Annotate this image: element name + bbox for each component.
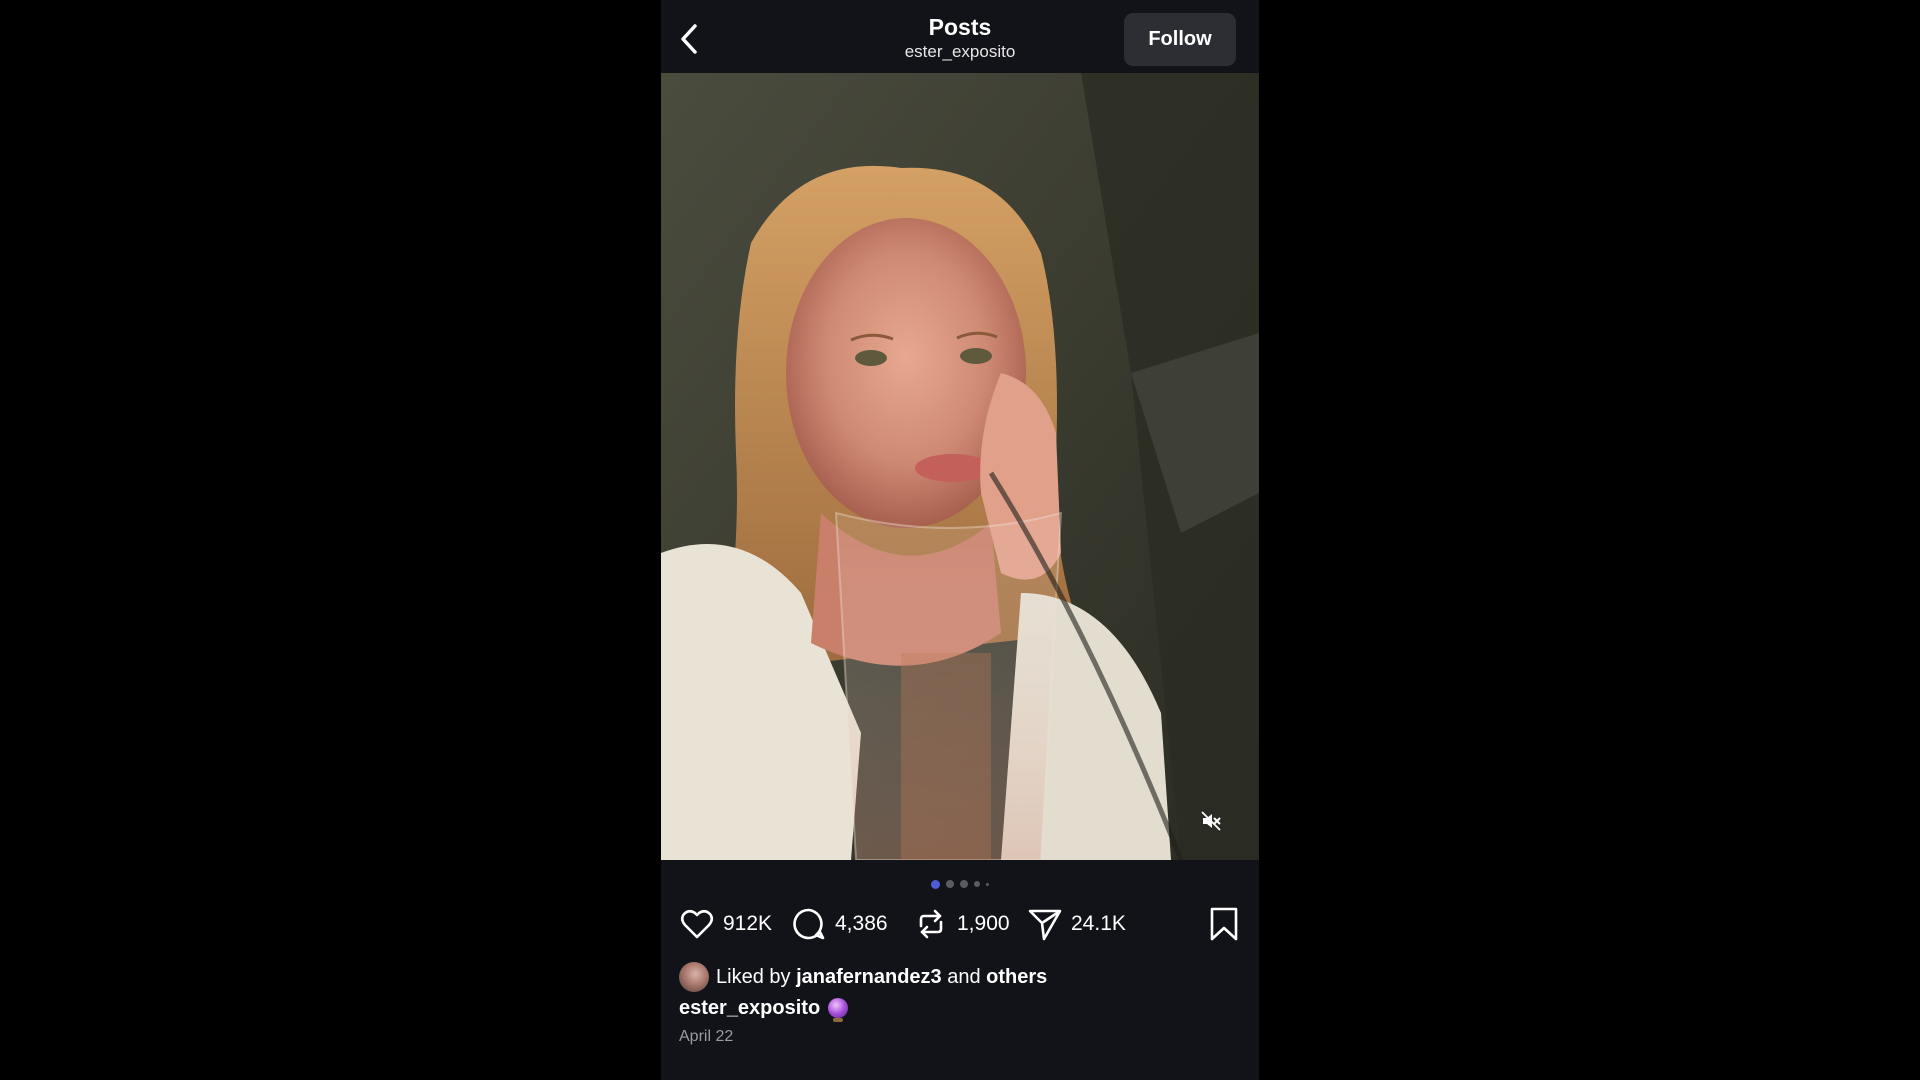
comment-count: 4,386 bbox=[835, 912, 888, 935]
mute-button[interactable] bbox=[1197, 807, 1225, 835]
caption-username[interactable]: ester_exposito bbox=[679, 997, 820, 1020]
carousel-dot bbox=[960, 880, 968, 888]
avatar[interactable] bbox=[679, 962, 709, 992]
comment-button[interactable]: 4,386 bbox=[791, 904, 888, 944]
share-count: 24.1K bbox=[1071, 912, 1126, 935]
carousel-dot bbox=[986, 882, 989, 886]
save-button[interactable] bbox=[1207, 904, 1241, 944]
like-button[interactable]: 912K bbox=[679, 904, 772, 944]
carousel-dot bbox=[931, 879, 940, 889]
like-count: 912K bbox=[723, 912, 773, 935]
crystal-ball-emoji-icon bbox=[828, 998, 849, 1022]
speaker-muted-icon bbox=[1201, 811, 1221, 831]
caption: ester_exposito bbox=[679, 994, 849, 1022]
header: Posts ester_exposito Follow bbox=[661, 0, 1259, 73]
carousel-dot bbox=[974, 881, 980, 887]
bookmark-icon bbox=[1210, 907, 1238, 941]
repost-button[interactable]: 1,900 bbox=[913, 904, 1010, 944]
post-media[interactable] bbox=[661, 73, 1259, 860]
liked-by-user[interactable]: janafernandez3 bbox=[796, 966, 942, 989]
liked-by-others[interactable]: others bbox=[986, 966, 1047, 989]
heart-icon bbox=[680, 909, 714, 939]
repost-count: 1,900 bbox=[957, 912, 1010, 935]
post-viewer: Posts ester_exposito Follow 912K 4,386 1… bbox=[661, 0, 1259, 1080]
liked-by-row: Liked by janafernandez3 and others bbox=[679, 962, 1047, 992]
liked-by-conjunction: and bbox=[947, 965, 981, 988]
liked-by-prefix: Liked by bbox=[716, 965, 791, 988]
send-icon bbox=[1028, 909, 1062, 941]
share-button[interactable]: 24.1K bbox=[1027, 904, 1126, 944]
comment-icon bbox=[793, 908, 825, 940]
follow-button[interactable]: Follow bbox=[1124, 13, 1236, 66]
post-date: April 22 bbox=[679, 1028, 734, 1045]
action-bar: 912K 4,386 1,900 24.1K bbox=[679, 904, 1241, 944]
repost-icon bbox=[919, 909, 943, 939]
post-photo bbox=[661, 73, 1259, 860]
carousel-indicator bbox=[661, 879, 1259, 889]
carousel-dot bbox=[946, 880, 954, 888]
